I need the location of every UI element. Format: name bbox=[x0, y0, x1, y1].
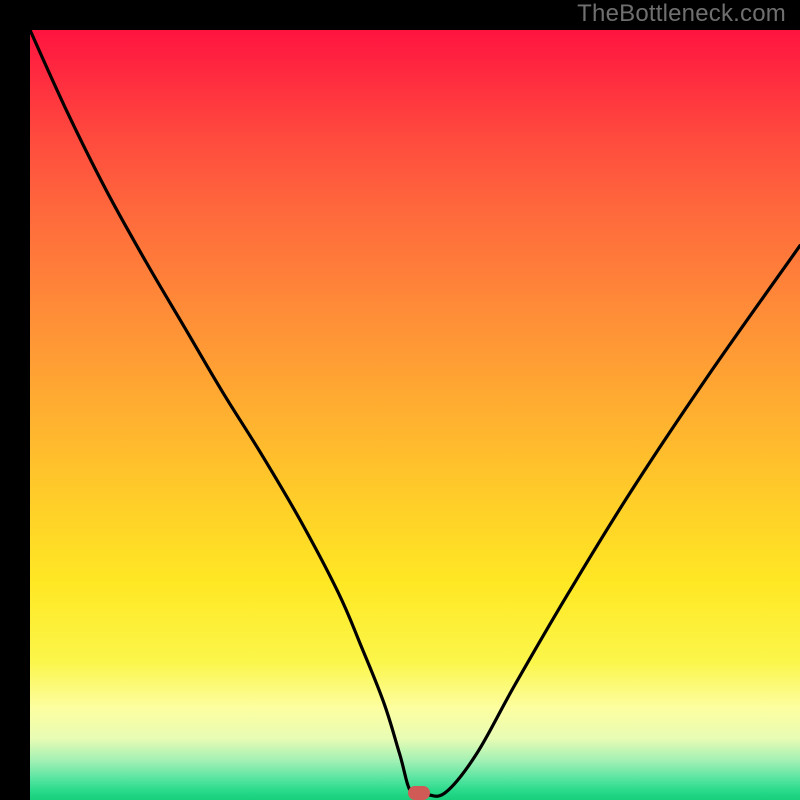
watermark-text: TheBottleneck.com bbox=[577, 0, 786, 28]
chart-frame bbox=[15, 15, 785, 785]
plot-area bbox=[30, 30, 800, 800]
curve-path bbox=[30, 30, 800, 796]
bottleneck-curve bbox=[30, 30, 800, 800]
optimal-marker bbox=[408, 786, 430, 800]
